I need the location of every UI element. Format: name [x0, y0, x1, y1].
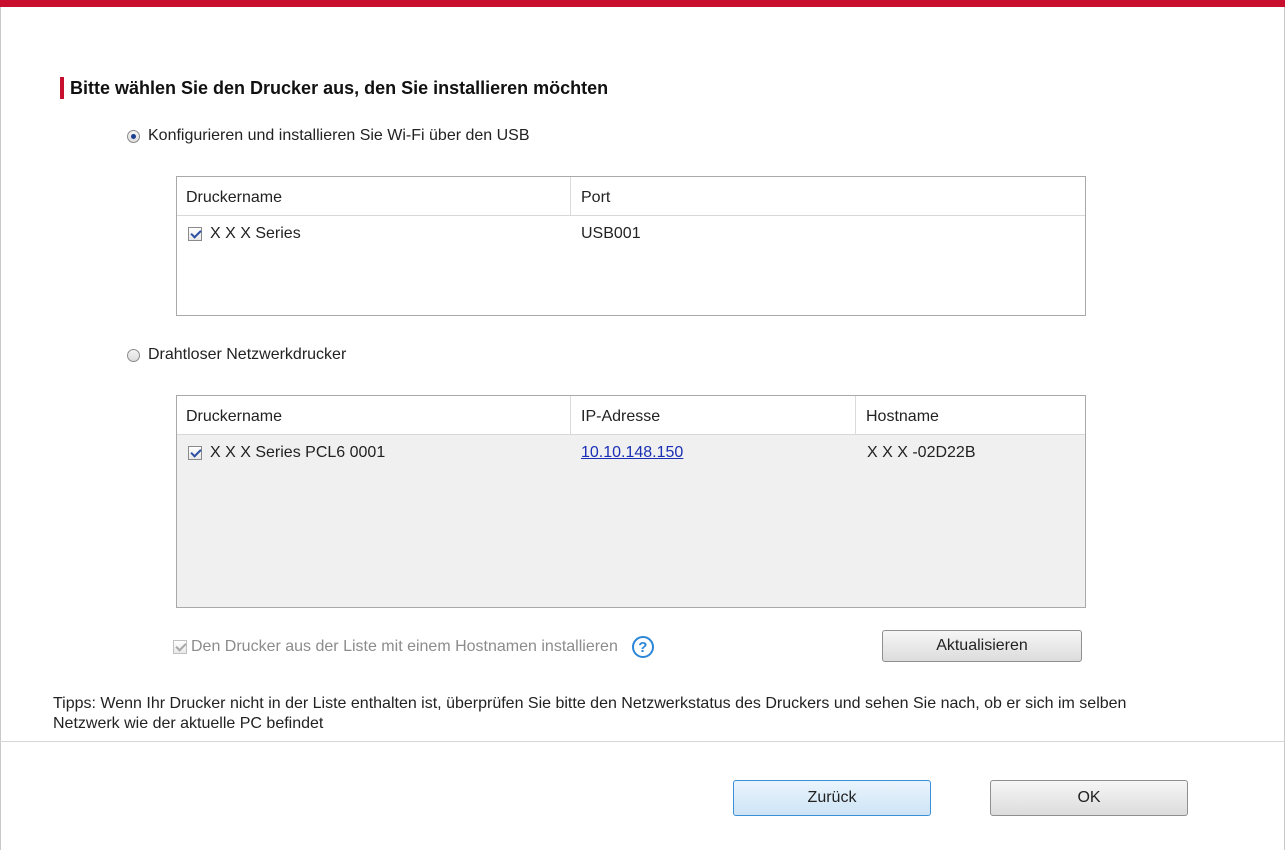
wireless-printer-table: Druckername IP-Adresse Hostname X X X Se…: [176, 395, 1086, 608]
back-button[interactable]: Zurück: [733, 780, 931, 816]
hostname-install-checkbox[interactable]: [173, 640, 187, 654]
column-header-druckername[interactable]: Druckername: [186, 396, 282, 434]
column-header-ip-adresse[interactable]: IP-Adresse: [570, 396, 855, 434]
footer-divider: [0, 741, 1285, 742]
usb-printer-name-cell: X X X Series: [188, 216, 301, 252]
wireless-option[interactable]: Drahtloser Netzwerkdrucker: [127, 346, 346, 364]
usb-printer-checkbox[interactable]: [188, 227, 202, 241]
usb-printer-port: USB001: [581, 225, 641, 242]
wireless-option-label: Drahtloser Netzwerkdrucker: [148, 346, 347, 363]
refresh-button[interactable]: Aktualisieren: [882, 630, 1082, 662]
column-header-hostname[interactable]: Hostname: [855, 396, 1085, 434]
wireless-radio[interactable]: [127, 348, 140, 362]
usb-radio[interactable]: [127, 129, 140, 143]
usb-printer-name: X X X Series: [210, 225, 301, 242]
wireless-printer-hostname: X X X -02D22B: [867, 444, 976, 461]
column-header-port[interactable]: Port: [570, 177, 1085, 215]
tips-text: Tipps: Wenn Ihr Drucker nicht in der Lis…: [53, 695, 1127, 732]
ok-button[interactable]: OK: [990, 780, 1188, 816]
table-row[interactable]: X X X Series USB001: [177, 216, 1085, 252]
help-icon[interactable]: ?: [631, 636, 654, 658]
window-left-border: [0, 7, 1, 850]
top-accent-bar: [0, 0, 1285, 7]
printer-ip-link[interactable]: 10.10.148.150: [581, 437, 683, 469]
table-row[interactable]: X X X Series PCL6 0001 10.10.148.150 X X…: [177, 435, 1085, 471]
wireless-printer-checkbox[interactable]: [188, 446, 202, 460]
column-header-druckername[interactable]: Druckername: [186, 177, 282, 215]
usb-printer-table: Druckername Port X X X Series USB001: [176, 176, 1086, 316]
title-accent-mark: [60, 77, 64, 99]
hostname-install-option: Den Drucker aus der Liste mit einem Host…: [173, 636, 654, 658]
wireless-table-header: Druckername IP-Adresse Hostname: [177, 396, 1085, 435]
usb-option[interactable]: Konfigurieren und installieren Sie Wi-Fi…: [127, 127, 530, 145]
page-title-text: Bitte wählen Sie den Drucker aus, den Si…: [70, 77, 609, 98]
page-title: Bitte wählen Sie den Drucker aus, den Si…: [60, 76, 608, 100]
hostname-install-label: Den Drucker aus der Liste mit einem Host…: [191, 638, 618, 655]
usb-table-header: Druckername Port: [177, 177, 1085, 216]
usb-option-label: Konfigurieren und installieren Sie Wi-Fi…: [148, 127, 530, 144]
wireless-printer-ip-cell: 10.10.148.150: [581, 435, 683, 471]
wireless-printer-name: X X X Series PCL6 0001: [210, 444, 386, 461]
wireless-printer-name-cell: X X X Series PCL6 0001: [188, 435, 385, 471]
